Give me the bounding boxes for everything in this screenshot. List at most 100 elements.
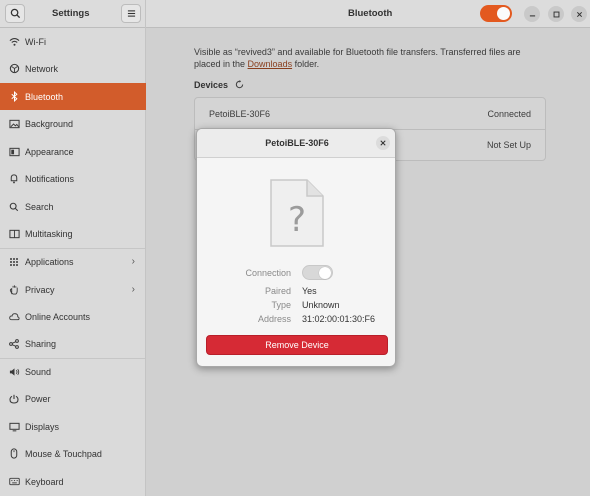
sidebar-item-label: Mouse & Touchpad bbox=[25, 448, 102, 459]
maximize-button[interactable] bbox=[548, 6, 564, 22]
minimize-button[interactable] bbox=[524, 6, 540, 22]
sidebar-item-label: Displays bbox=[25, 421, 60, 432]
downloads-link[interactable]: Downloads bbox=[248, 59, 293, 69]
sidebar-header: Settings bbox=[0, 0, 146, 28]
sidebar-item-label: Background bbox=[25, 118, 74, 129]
keyboard-icon bbox=[8, 476, 20, 488]
refresh-spinner-icon bbox=[235, 80, 244, 91]
sidebar-item-label: Sound bbox=[25, 366, 52, 377]
dialog-header: PetoiBLE-30F6 bbox=[197, 129, 395, 158]
sidebar-item-privacy[interactable]: Privacy › bbox=[0, 276, 146, 303]
bell-icon bbox=[8, 173, 20, 185]
sidebar-item-appearance[interactable]: Appearance bbox=[0, 138, 146, 165]
sidebar-item-label: Appearance bbox=[25, 146, 74, 157]
connection-row: Connection bbox=[197, 265, 395, 282]
type-label: Type bbox=[271, 300, 291, 310]
cloud-icon bbox=[8, 311, 20, 323]
dialog-title: PetoiBLE-30F6 bbox=[265, 138, 329, 148]
sidebar-item-background[interactable]: Background bbox=[0, 110, 146, 137]
page-title: Bluetooth bbox=[348, 8, 393, 19]
connection-label: Connection bbox=[245, 268, 291, 278]
menu-button[interactable] bbox=[121, 4, 141, 23]
bluetooth-icon bbox=[8, 91, 20, 103]
search-icon bbox=[8, 201, 20, 213]
sidebar-item-keyboard[interactable]: Keyboard bbox=[0, 468, 146, 495]
sidebar-item-label: Network bbox=[25, 63, 59, 74]
sidebar-item-displays[interactable]: Displays bbox=[0, 413, 146, 440]
close-icon bbox=[576, 11, 582, 17]
visibility-text-end: folder. bbox=[292, 58, 320, 69]
address-label: Address bbox=[257, 314, 291, 324]
sidebar-item-applications[interactable]: Applications › bbox=[0, 248, 146, 275]
chevron-right-icon: › bbox=[131, 256, 135, 267]
applications-icon bbox=[8, 256, 20, 268]
sidebar-item-label: Notifications bbox=[25, 173, 75, 184]
sidebar-item-label: Multitasking bbox=[25, 228, 73, 239]
sidebar-item-label: Online Accounts bbox=[25, 311, 91, 322]
toggle-knob bbox=[319, 267, 331, 279]
address-value: 31:02:00:01:30:F6 bbox=[302, 314, 376, 324]
paired-row: Paired Yes bbox=[197, 286, 395, 300]
app-title: Settings bbox=[52, 8, 90, 19]
connection-toggle[interactable] bbox=[302, 265, 333, 280]
device-status: Not Set Up bbox=[486, 140, 531, 150]
dialog-close-button[interactable] bbox=[376, 136, 390, 150]
device-dialog: PetoiBLE-30F6 ? Connection Paired Yes Ty… bbox=[196, 128, 396, 367]
type-value: Unknown bbox=[302, 300, 340, 310]
bluetooth-toggle[interactable] bbox=[480, 5, 512, 22]
address-row: Address 31:02:00:01:30:F6 bbox=[197, 314, 395, 328]
background-icon bbox=[8, 118, 20, 130]
paired-value: Yes bbox=[302, 286, 317, 296]
network-icon bbox=[8, 63, 20, 75]
speaker-icon bbox=[8, 366, 20, 378]
mouse-icon bbox=[8, 448, 20, 460]
svg-text:?: ? bbox=[288, 200, 306, 240]
sidebar-item-label: Bluetooth bbox=[25, 91, 64, 102]
search-button[interactable] bbox=[5, 4, 25, 23]
hand-icon bbox=[8, 284, 20, 296]
sidebar-item-label: Applications bbox=[25, 256, 74, 267]
close-button[interactable] bbox=[571, 6, 587, 22]
sidebar-item-bluetooth[interactable]: Bluetooth bbox=[0, 83, 146, 110]
devices-heading: Devices bbox=[194, 80, 229, 90]
hamburger-menu-icon bbox=[127, 10, 135, 17]
sidebar-item-online-accounts[interactable]: Online Accounts bbox=[0, 303, 146, 330]
chevron-right-icon: › bbox=[131, 284, 135, 295]
sidebar-item-sharing[interactable]: Sharing bbox=[0, 330, 146, 357]
sidebar-item-wifi[interactable]: Wi-Fi bbox=[0, 28, 146, 55]
sidebar: Wi-Fi Network Bluetooth Background Appea… bbox=[0, 28, 146, 496]
sidebar-item-label: Sharing bbox=[25, 338, 57, 349]
device-status: Connected bbox=[487, 108, 531, 119]
sidebar-item-label: Wi-Fi bbox=[25, 36, 46, 47]
search-icon bbox=[10, 8, 20, 19]
remove-device-button[interactable]: Remove Device bbox=[206, 335, 388, 355]
multitasking-icon bbox=[8, 228, 20, 240]
sidebar-item-label: Power bbox=[25, 393, 51, 404]
device-name: PetoiBLE-30F6 bbox=[209, 108, 271, 119]
sidebar-item-label: Privacy bbox=[25, 284, 55, 295]
sidebar-item-search[interactable]: Search bbox=[0, 193, 146, 220]
paired-label: Paired bbox=[264, 286, 291, 296]
wifi-icon bbox=[8, 36, 20, 48]
visibility-description: Visible as “revived3” and available for … bbox=[194, 47, 539, 70]
sidebar-item-label: Search bbox=[25, 201, 54, 212]
sidebar-item-network[interactable]: Network bbox=[0, 55, 146, 82]
close-icon bbox=[380, 140, 386, 146]
display-icon bbox=[8, 421, 20, 433]
sidebar-item-power[interactable]: Power bbox=[0, 385, 146, 412]
visibility-text: Visible as “revived3” and available for … bbox=[194, 47, 521, 69]
sidebar-item-mouse-touchpad[interactable]: Mouse & Touchpad bbox=[0, 440, 146, 467]
unknown-file-icon: ? bbox=[270, 179, 324, 247]
share-icon bbox=[8, 338, 20, 350]
minimize-icon bbox=[529, 14, 535, 16]
header-bar: Settings Bluetooth bbox=[0, 0, 590, 28]
type-row: Type Unknown bbox=[197, 300, 395, 314]
toggle-knob bbox=[497, 7, 510, 20]
maximize-icon bbox=[553, 11, 559, 17]
sidebar-item-label: Keyboard bbox=[25, 476, 64, 487]
device-row[interactable]: PetoiBLE-30F6 Connected bbox=[195, 98, 545, 129]
sidebar-item-sound[interactable]: Sound bbox=[0, 358, 146, 385]
sidebar-item-notifications[interactable]: Notifications bbox=[0, 165, 146, 192]
appearance-icon bbox=[8, 146, 20, 158]
sidebar-item-multitasking[interactable]: Multitasking bbox=[0, 220, 146, 247]
